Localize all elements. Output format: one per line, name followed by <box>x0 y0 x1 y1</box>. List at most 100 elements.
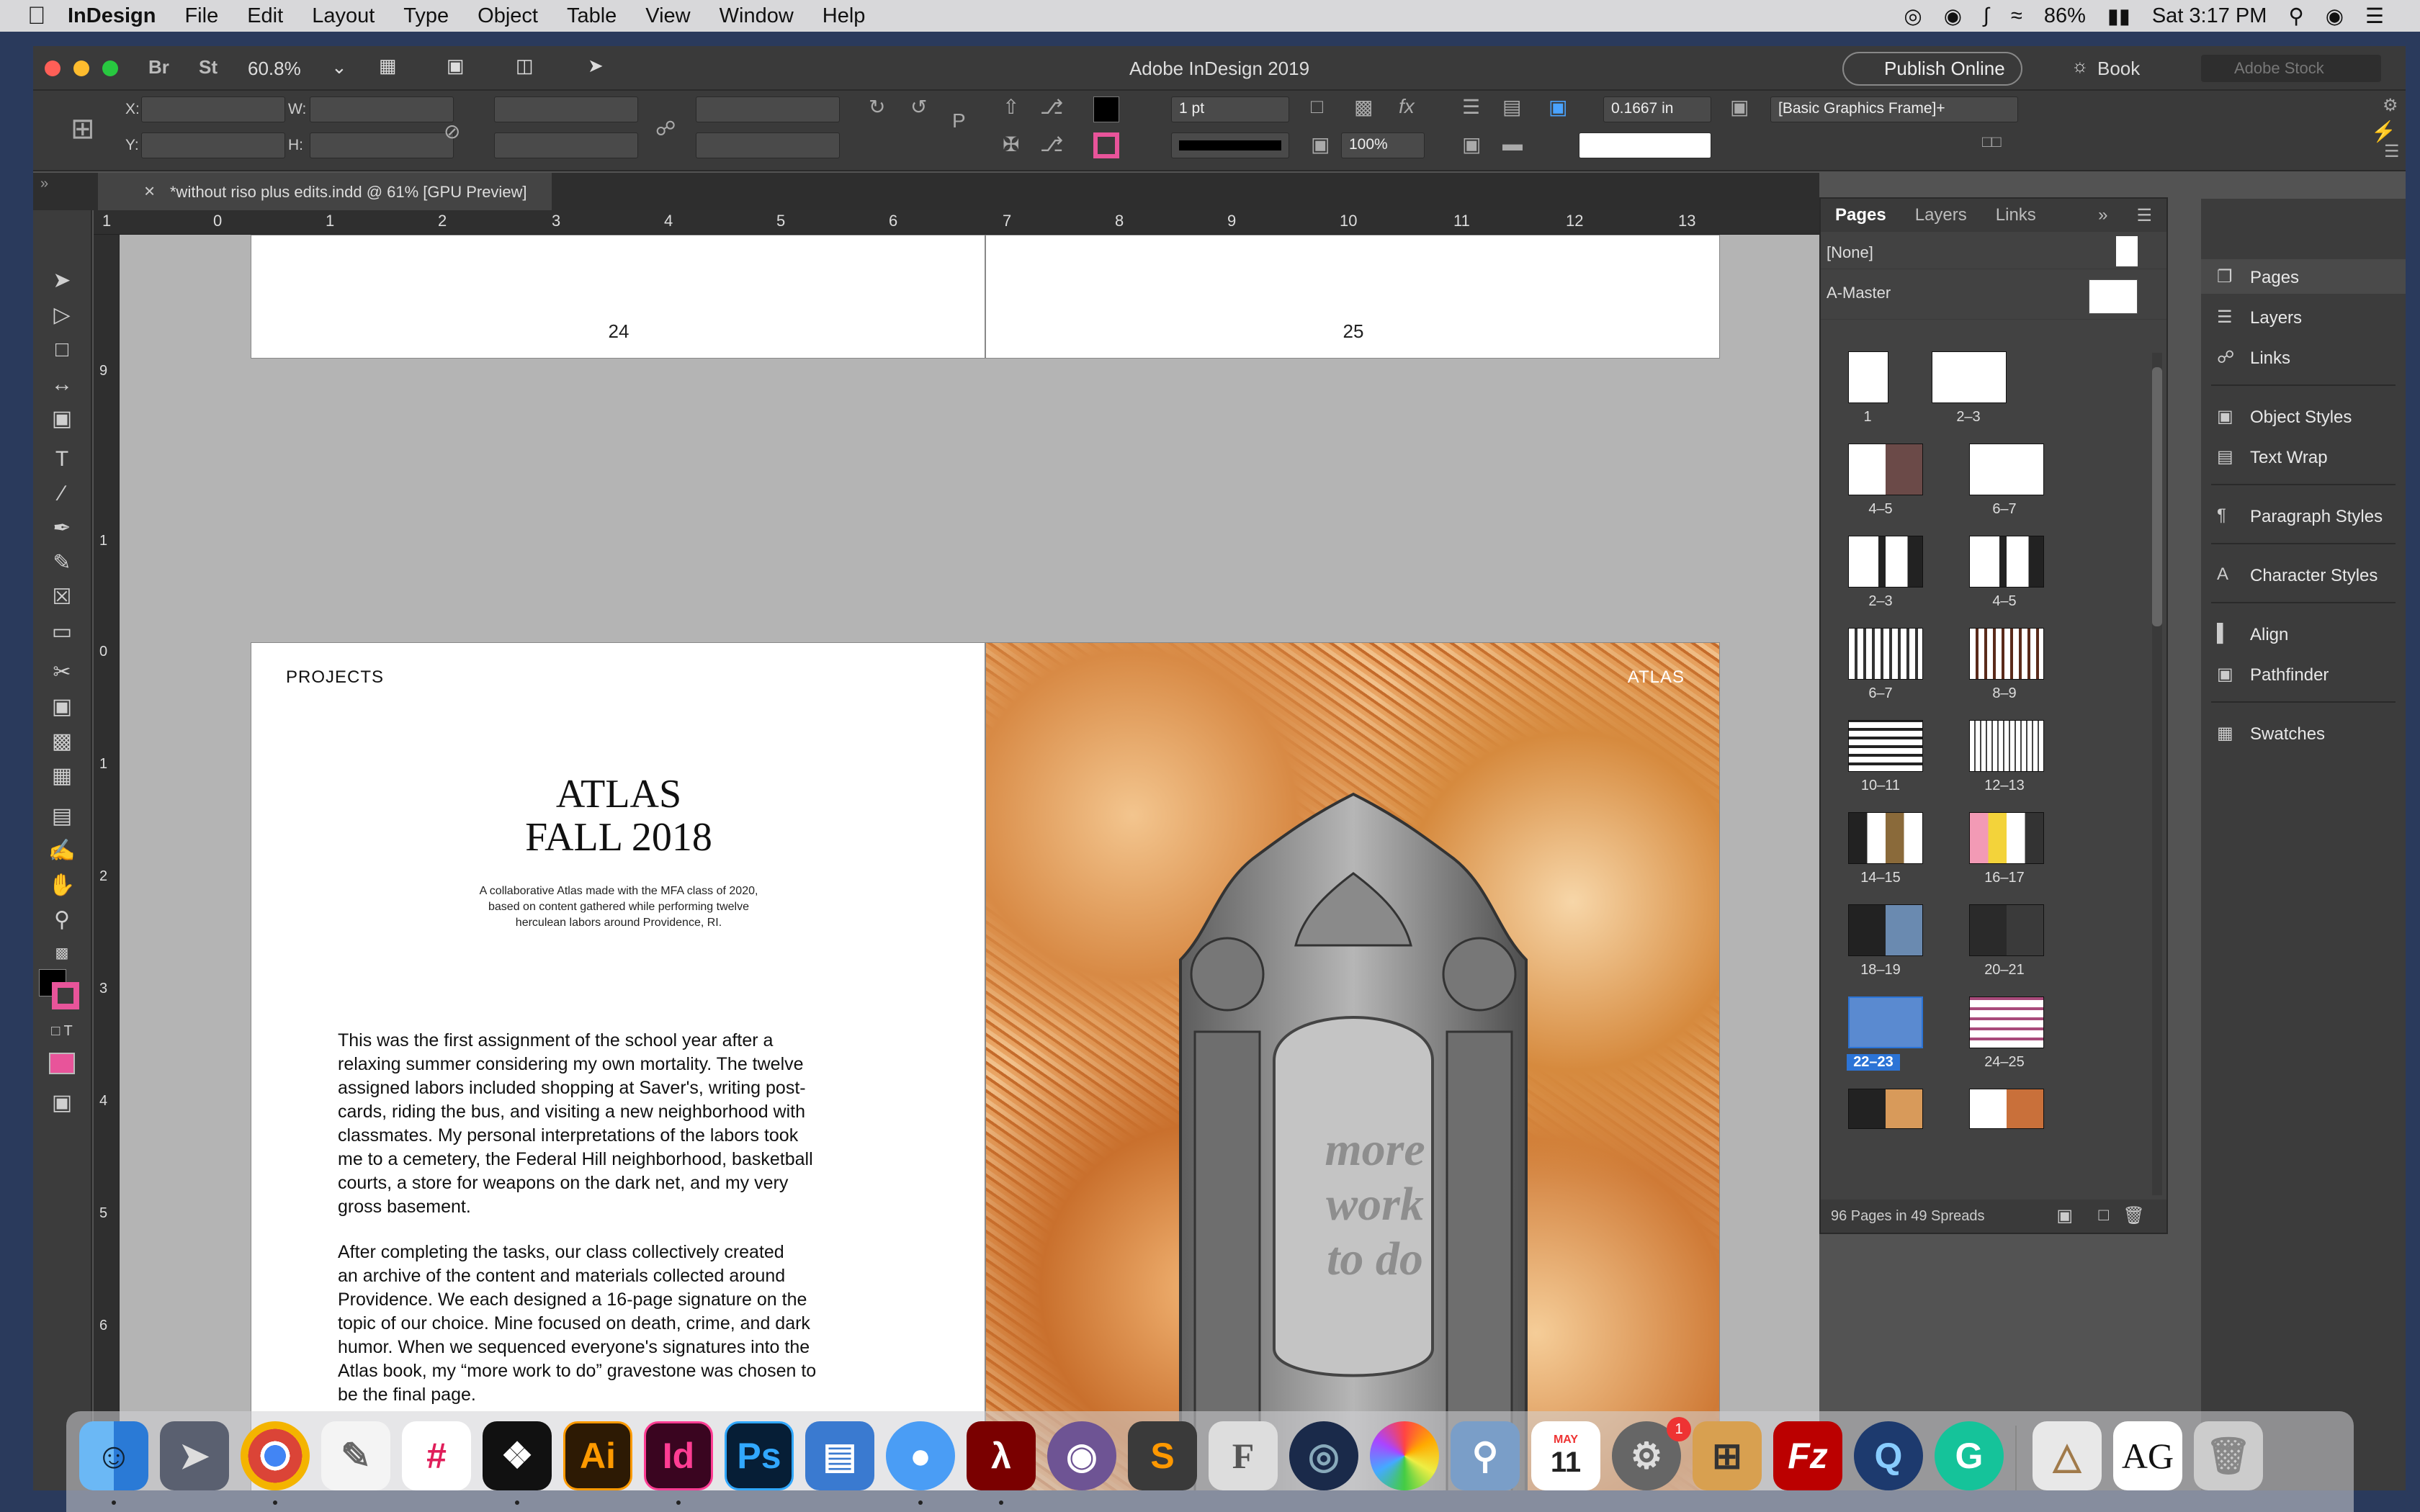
default-colors-icon[interactable]: ▩ <box>46 939 78 968</box>
horizontal-ruler[interactable]: 1 0 1 2 3 4 5 6 7 8 9 10 11 12 13 <box>94 210 1819 235</box>
scale-x-field[interactable] <box>494 96 638 122</box>
workspace-switcher[interactable]: Book <box>2097 58 2140 80</box>
shadow-icon[interactable]: ▩ <box>1354 95 1373 119</box>
dock-pages[interactable]: ❐ Pages <box>2201 259 2406 294</box>
clear-overrides-icon[interactable]: □□ <box>1982 132 2002 151</box>
menu-view[interactable]: View <box>645 4 690 28</box>
frame-fitting-icon[interactable]: ▣ <box>1730 95 1749 119</box>
rotate-ccw-icon[interactable]: ↺ <box>910 95 927 119</box>
free-transform-tool-icon[interactable]: ▣ <box>46 693 78 721</box>
font-preview-icon[interactable]: AG <box>2113 1421 2182 1490</box>
menu-window[interactable]: Window <box>720 4 794 28</box>
panel-menu-icon[interactable]: ☰ <box>2122 205 2166 226</box>
rotate-icon[interactable]: ↻ <box>869 95 885 119</box>
content-collector-icon[interactable]: ▣ <box>46 405 78 433</box>
apple-icon[interactable]:  <box>27 2 68 30</box>
quick-apply-icon[interactable]: ⚡ <box>2371 120 2396 143</box>
dock-object-styles[interactable]: ▣ Object Styles <box>2201 399 2406 433</box>
rectangle-tool-icon[interactable]: ▭ <box>46 618 78 647</box>
scissors-tool-icon[interactable]: ✂ <box>46 658 78 687</box>
select-container-icon[interactable]: ⇧ <box>1003 95 1019 119</box>
gap-tool-icon[interactable]: ↔ <box>46 370 78 399</box>
page-24[interactable]: 24 <box>251 235 985 359</box>
adobe-stock-search[interactable]: Adobe Stock <box>2201 55 2381 82</box>
scale-y-field[interactable] <box>494 132 638 158</box>
sublime-icon[interactable]: S <box>1128 1421 1197 1490</box>
lightbulb-icon[interactable]: ☼ <box>2071 55 2089 77</box>
chain-link-icon[interactable]: ☍ <box>655 117 676 140</box>
github-icon[interactable]: ◉ <box>1047 1421 1116 1490</box>
vertical-ruler[interactable]: 9 1 0 1 2 3 4 5 6 7 <box>94 235 120 1490</box>
dock-align[interactable]: ▌ Align <box>2201 616 2406 651</box>
text-wrap-shape-icon[interactable]: ▣ <box>1462 132 1481 156</box>
drop-shadow-icon[interactable]: □ <box>1311 95 1323 118</box>
grammarly-icon[interactable]: G <box>1935 1421 2004 1490</box>
new-page-icon[interactable]: □ <box>2099 1205 2110 1225</box>
h-field[interactable] <box>310 132 454 158</box>
control-menu-icon[interactable]: ☰ <box>2384 141 2400 162</box>
photoshop-icon[interactable]: Ps <box>725 1421 794 1490</box>
menu-layout[interactable]: Layout <box>312 4 375 28</box>
publish-online-button[interactable]: Publish Online <box>1842 52 2022 86</box>
pen-tool-icon[interactable]: ✒ <box>46 514 78 543</box>
document-canvas[interactable]: 24 25 PROJECTS ATLAS FALL 2018 A collabo… <box>120 235 1819 1490</box>
page-tool-icon[interactable]: □ <box>46 336 78 364</box>
fx-icon[interactable]: fx <box>1399 95 1415 118</box>
stroke-weight-field[interactable]: 1 pt <box>1171 96 1289 122</box>
messages-icon[interactable]: ● <box>886 1421 955 1490</box>
keynote-icon[interactable]: ▤ <box>805 1421 874 1490</box>
a-master[interactable]: A-Master <box>1821 274 2166 320</box>
delete-page-icon[interactable]: 🗑 <box>2123 1205 2145 1226</box>
expand-panel-icon[interactable]: » <box>2084 205 2122 225</box>
selection-tool-icon[interactable]: ➤ <box>46 266 78 295</box>
illustrator-icon[interactable]: Ai <box>563 1421 632 1490</box>
wifi-icon[interactable]: ≈ <box>2011 4 2022 28</box>
offset-field[interactable]: 0.1667 in <box>1603 96 1711 122</box>
line-tool-icon[interactable]: ∕ <box>46 480 78 508</box>
preview-icon[interactable]: ⚲ <box>1451 1421 1520 1490</box>
photos-icon[interactable] <box>1370 1421 1439 1490</box>
control-settings-icon[interactable]: ⚙ <box>2383 95 2398 116</box>
rectangle-frame-tool-icon[interactable]: ☒ <box>46 583 78 612</box>
dock-swatches[interactable]: ▦ Swatches <box>2201 716 2406 750</box>
notification-center-icon[interactable]: ☰ <box>2365 4 2384 29</box>
reference-point-icon[interactable]: ⊞ <box>71 112 95 145</box>
w-field[interactable] <box>310 96 454 122</box>
stroke-swatch[interactable] <box>1093 132 1119 158</box>
dock-paragraph-styles[interactable]: ¶ Paragraph Styles <box>2201 498 2406 533</box>
stroke-style-select[interactable] <box>1579 132 1711 158</box>
filezilla-icon[interactable]: Fz <box>1773 1421 1842 1490</box>
status-icon[interactable]: ◉ <box>1944 4 1962 29</box>
master-none[interactable]: [None] <box>1821 233 2166 269</box>
document-tab[interactable]: × *without riso plus edits.indd @ 61% [G… <box>98 173 552 210</box>
creative-cloud-icon[interactable]: ◎ <box>1904 4 1922 29</box>
text-wrap-none-icon[interactable]: ☰ <box>1462 95 1480 119</box>
screen-mode-tool-icon[interactable]: ▣ <box>46 1089 78 1117</box>
dock-layers[interactable]: ☰ Layers <box>2201 300 2406 334</box>
clock[interactable]: Sat 3:17 PM <box>2152 4 2267 28</box>
acrobat-icon[interactable]: λ <box>967 1421 1036 1490</box>
body-paragraph-1[interactable]: This was the first assignment of the sch… <box>338 1029 856 1219</box>
formatting-affects-text-icon[interactable]: □ T <box>46 1017 78 1045</box>
constrain-proportions-icon[interactable]: ⊘ <box>444 120 460 143</box>
edit-page-size-icon[interactable]: ▣ <box>2056 1205 2073 1226</box>
slack-icon[interactable]: # <box>402 1421 471 1490</box>
x-field[interactable] <box>141 96 285 122</box>
battery-percent[interactable]: 86% <box>2044 4 2086 28</box>
textedit-icon[interactable]: ✎ <box>321 1421 390 1490</box>
body-paragraph-2[interactable]: After completing the tasks, our class co… <box>338 1241 856 1407</box>
bluetooth-icon[interactable]: ∫ <box>1984 4 1989 28</box>
object-style-select[interactable]: [Basic Graphics Frame]+ <box>1770 96 2018 122</box>
direct-selection-tool-icon[interactable]: ▷ <box>46 301 78 330</box>
rotate-field[interactable] <box>696 96 840 122</box>
stroke-type-select[interactable] <box>1171 132 1289 158</box>
apply-color-icon[interactable] <box>49 1053 75 1074</box>
spotlight-icon[interactable]: ⚲ <box>2288 4 2303 29</box>
launchpad-icon[interactable]: ➤ <box>160 1421 229 1490</box>
menu-table[interactable]: Table <box>567 4 617 28</box>
select-content-icon[interactable]: ✠ <box>1003 132 1019 156</box>
fill-swatch[interactable] <box>1093 96 1119 122</box>
text-wrap-jump-icon[interactable]: ▬ <box>1502 132 1523 156</box>
page-left-projects[interactable]: PROJECTS ATLAS FALL 2018 A collaborative… <box>251 642 985 1490</box>
dock-pathfinder[interactable]: ▣ Pathfinder <box>2201 657 2406 691</box>
